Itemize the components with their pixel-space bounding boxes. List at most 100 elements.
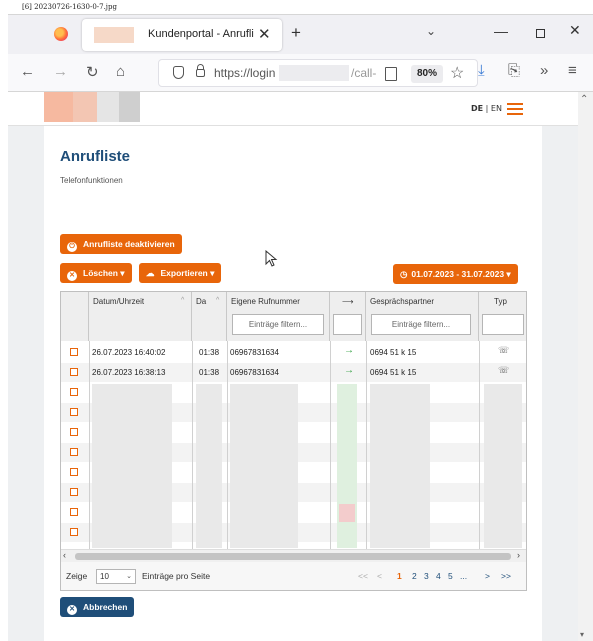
pager-page-4[interactable]: 4 — [436, 571, 441, 581]
deactivate-label: Anrufliste deaktivieren — [83, 239, 175, 249]
column-divider — [227, 341, 228, 549]
redacted-own-number-cells — [230, 384, 298, 548]
phone-icon: ☏ — [498, 345, 510, 355]
scroll-down-icon[interactable]: ▾ — [580, 630, 584, 639]
column-divider — [479, 341, 480, 549]
cell-own-number: 06967831634 — [230, 348, 279, 357]
deactivate-call-list-button[interactable]: ⏻ Anrufliste deaktivieren — [60, 234, 182, 254]
direction-filter-input[interactable] — [333, 314, 362, 335]
column-header-datetime[interactable]: Datum/Uhrzeit ^ — [89, 292, 192, 341]
window-maximize-button[interactable] — [536, 29, 545, 38]
type-filter-input[interactable] — [482, 314, 524, 335]
table-row[interactable]: 26.07.2023 16:40:02 01:38 06967831634 → … — [61, 343, 526, 362]
date-range-label: 01.07.2023 - 31.07.2023 ▾ — [411, 269, 511, 279]
cancel-x-icon: ✕ — [67, 605, 77, 615]
page-subtitle: Telefonfunktionen — [60, 176, 123, 185]
lang-de-link[interactable]: DE — [471, 104, 483, 113]
url-bar[interactable]: https://login /call- 80% ☆ — [158, 59, 478, 87]
cell-own-number: 06967831634 — [230, 368, 279, 377]
scroll-up-icon[interactable]: ⌃ — [580, 94, 588, 105]
tracking-shield-icon[interactable] — [173, 66, 184, 79]
lang-en-link[interactable]: EN — [491, 104, 502, 113]
redacted-partner-cells — [370, 384, 430, 548]
window-minimize-button[interactable]: — — [494, 23, 508, 39]
cell-partner: 0694 51 k 15 — [370, 348, 417, 357]
export-dropdown-button[interactable]: ☁ Exportieren ▾ — [139, 263, 222, 283]
forward-arrow-icon[interactable]: → — [53, 63, 68, 80]
column-label-type: Typ — [494, 297, 507, 306]
date-range-dropdown-button[interactable]: ◷ 01.07.2023 - 31.07.2023 ▾ — [393, 264, 518, 284]
pager-page-3[interactable]: 3 — [424, 571, 429, 581]
zoom-level[interactable]: 80% — [411, 65, 443, 83]
language-switcher: DE | EN — [471, 104, 502, 113]
row-checkbox[interactable] — [70, 448, 78, 456]
pager-last[interactable]: >> — [501, 571, 511, 581]
site-logo[interactable] — [44, 92, 140, 122]
home-icon[interactable]: ⌂ — [116, 63, 125, 80]
entries-per-page-select[interactable]: 10 ⌄ — [96, 569, 136, 584]
show-label: Zeige — [66, 571, 88, 581]
mouse-cursor-icon — [265, 250, 278, 267]
row-checkbox[interactable] — [70, 368, 78, 376]
scroll-left-icon[interactable]: ‹ — [63, 550, 66, 560]
overflow-menu-icon[interactable]: » — [540, 62, 548, 79]
tab-title: Kundenportal - Anrufli — [148, 28, 254, 40]
pager-page-2[interactable]: 2 — [412, 571, 417, 581]
firefox-logo-icon[interactable] — [54, 27, 68, 41]
app-menu-icon[interactable]: ≡ — [568, 62, 577, 79]
cell-duration: 01:38 — [199, 348, 220, 357]
pager-first[interactable]: << — [358, 571, 368, 581]
pager-page-5[interactable]: 5 — [448, 571, 453, 581]
browser-tab-active[interactable]: Kundenportal - Anrufli ✕ — [82, 19, 282, 51]
row-checkbox[interactable] — [70, 468, 78, 476]
table-footer: Zeige 10 ⌄ Einträge pro Seite << < 1 2 3… — [61, 562, 526, 590]
row-checkbox[interactable] — [70, 348, 78, 356]
column-header-own-number[interactable]: Eigene Rufnummer Einträge filtern... — [227, 292, 330, 341]
pager-ellipsis: ... — [460, 571, 468, 581]
reload-icon[interactable]: ↻ — [86, 63, 99, 81]
sort-indicator-icon[interactable]: ^ — [181, 297, 184, 304]
back-arrow-icon[interactable]: ← — [20, 63, 35, 80]
window-close-button[interactable]: ✕ — [569, 22, 581, 39]
partner-filter-input[interactable]: Einträge filtern... — [371, 314, 471, 335]
new-tab-button[interactable]: + — [291, 23, 301, 43]
row-checkbox[interactable] — [70, 408, 78, 416]
column-header-partner[interactable]: Gesprächspartner Einträge filtern... — [366, 292, 479, 341]
url-tail: /call- — [351, 66, 377, 80]
scrollbar-thumb[interactable] — [75, 553, 511, 560]
hamburger-menu-icon[interactable] — [507, 103, 523, 115]
sort-indicator-icon[interactable]: ^ — [216, 297, 219, 304]
scroll-right-icon[interactable]: › — [517, 550, 520, 560]
tab-favicon — [94, 27, 134, 43]
per-page-suffix: Einträge pro Seite — [142, 571, 211, 581]
column-header-type[interactable]: Typ — [479, 292, 526, 341]
close-tab-icon[interactable]: ✕ — [258, 25, 271, 43]
tab-list-chevron-icon[interactable]: ⌄ — [426, 24, 436, 38]
row-checkbox[interactable] — [70, 508, 78, 516]
call-list-table: Datum/Uhrzeit ^ Da ^ Eigene Rufnummer Ei… — [60, 291, 527, 591]
chevron-down-icon: ⌄ — [126, 573, 132, 580]
reader-view-icon[interactable] — [385, 67, 397, 81]
redacted-datetime-cells — [92, 384, 172, 548]
table-horizontal-scrollbar[interactable]: ‹ › — [61, 549, 526, 562]
column-header-duration[interactable]: Da ^ — [192, 292, 227, 341]
delete-dropdown-button[interactable]: ✕ Löschen ▾ — [60, 263, 132, 283]
row-checkbox[interactable] — [70, 528, 78, 536]
pager-next[interactable]: > — [485, 571, 490, 581]
download-icon[interactable]: ⤓ — [478, 62, 485, 79]
pager-page-1[interactable]: 1 — [397, 571, 402, 581]
lock-icon[interactable] — [196, 64, 205, 77]
own-number-filter-input[interactable]: Einträge filtern... — [232, 314, 324, 335]
row-checkbox[interactable] — [70, 428, 78, 436]
outgoing-arrow-icon: → — [344, 345, 354, 356]
bookmark-star-icon[interactable]: ☆ — [450, 63, 464, 83]
redacted-type-cells — [484, 384, 522, 548]
cancel-button[interactable]: ✕ Abbrechen — [60, 597, 135, 617]
pager-prev[interactable]: < — [377, 571, 382, 581]
row-checkbox[interactable] — [70, 388, 78, 396]
column-header-direction[interactable]: ⟶ — [330, 292, 366, 341]
row-checkbox[interactable] — [70, 488, 78, 496]
table-row[interactable]: 26.07.2023 16:38:13 01:38 06967831634 → … — [61, 363, 526, 382]
extensions-icon[interactable]: ⎘ — [508, 62, 520, 79]
page-scrollbar[interactable]: ⌃ ▾ — [578, 92, 593, 641]
